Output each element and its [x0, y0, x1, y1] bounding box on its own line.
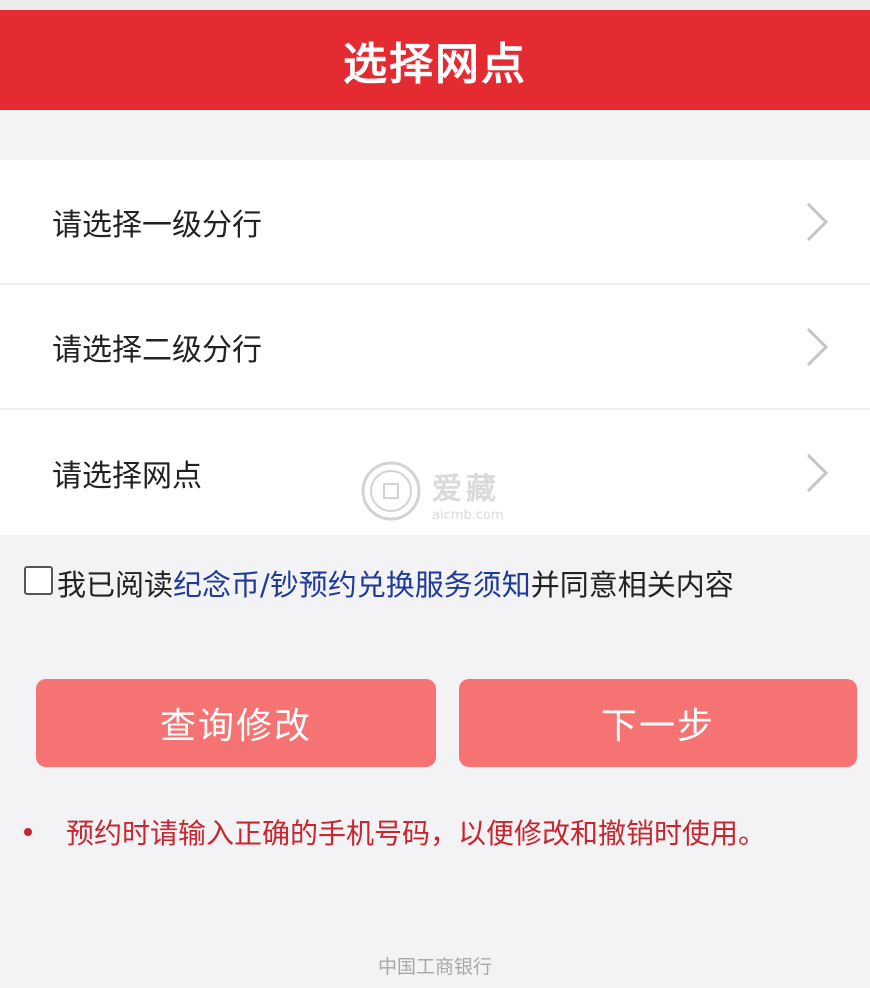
agreement-prefix: 我已阅读	[57, 568, 174, 602]
status-strip	[0, 0, 870, 10]
select-second-level-branch[interactable]: 请选择二级分行	[0, 285, 870, 410]
select-row-label: 请选择一级分行	[52, 207, 262, 243]
notice: 预约时请输入正确的手机号码，以便修改和撤销时使用。	[20, 812, 766, 852]
watermark-logo-icon	[360, 460, 422, 526]
agreement-suffix: 并同意相关内容	[530, 568, 734, 602]
watermark: 爱藏 aicmb.com	[360, 460, 504, 526]
watermark-text: 爱藏 aicmb.com	[432, 464, 504, 523]
footer-bank-name: 中国工商银行	[377, 956, 492, 978]
chevron-right-icon	[800, 200, 834, 244]
notice-text: 预约时请输入正确的手机号码，以便修改和撤销时使用。	[66, 817, 767, 850]
select-row-label: 请选择二级分行	[52, 332, 262, 368]
watermark-title: 爱藏	[432, 471, 500, 507]
next-step-button[interactable]: 下一步	[459, 679, 857, 767]
query-modify-button[interactable]: 查询修改	[36, 679, 436, 767]
agreement-checkbox[interactable]	[24, 565, 53, 595]
agreement-row: 我已阅读 纪念币/钞预约兑换服务须知 并同意相关内容	[24, 562, 734, 604]
service-notice-link[interactable]: 纪念币/钞预约兑换服务须知	[173, 562, 531, 604]
chevron-right-icon	[800, 325, 834, 369]
page-title: 选择网点	[343, 39, 527, 90]
select-first-level-branch[interactable]: 请选择一级分行	[0, 160, 870, 285]
chevron-right-icon	[800, 451, 834, 495]
bullet-icon	[24, 828, 32, 836]
page-header: 选择网点	[0, 10, 870, 110]
select-row-label: 请选择网点	[52, 458, 202, 494]
watermark-url: aicmb.com	[432, 507, 504, 523]
